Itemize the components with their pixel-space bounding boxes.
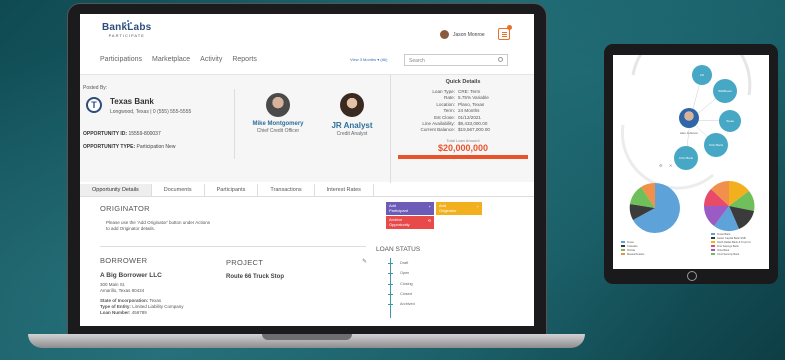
contact-photo	[266, 93, 290, 117]
quick-detail-value: $19,567,000.00	[458, 127, 490, 133]
close-icon[interactable]: ✕	[669, 163, 672, 168]
status-draft: Draft	[400, 261, 409, 265]
main-nav: Participations Marketplace Activity Repo…	[100, 56, 257, 63]
posted-by-label: Posted By:	[83, 85, 108, 91]
status-closing: Closing	[400, 282, 413, 286]
contact-title: Credit Analyst	[336, 131, 368, 137]
tablet-screen: Alex Johnson Lift Wildflower Texas CCH B…	[613, 55, 769, 269]
top-bar: BankLabs PARTICIPATE Jason Monroe	[80, 14, 534, 50]
divider	[100, 246, 366, 247]
laptop-notch	[262, 334, 352, 340]
detail-tabs: Opportunity Details Documents Participan…	[80, 184, 534, 197]
borrower-name[interactable]: A Big Borrower LLC	[100, 272, 162, 279]
timeline-tick	[388, 273, 393, 274]
network-bubble[interactable]: Lift	[692, 65, 712, 85]
bank-pie-chart	[704, 181, 755, 232]
logo-subtitle: PARTICIPATE	[108, 33, 145, 38]
pencil-edit-icon[interactable]: ✎	[362, 258, 367, 265]
network-bubble[interactable]: CCH Bank	[674, 146, 698, 170]
borrower-details: State of Incorporation: Texas Type of En…	[100, 298, 184, 315]
tab-participants[interactable]: Participants	[205, 184, 259, 196]
timeline-tick	[388, 304, 393, 305]
nav-participations[interactable]: Participations	[100, 56, 142, 63]
contact-photo	[340, 93, 364, 117]
state-pie-chart	[629, 182, 680, 233]
nav-reports[interactable]: Reports	[232, 56, 257, 63]
total-progress-bar	[398, 154, 528, 159]
avatar	[440, 30, 449, 39]
timeline-tick	[388, 263, 393, 264]
contact-card[interactable]: JR Analyst Credit Analyst	[312, 93, 392, 137]
add-participant-button[interactable]: Add Participant +	[386, 202, 434, 215]
add-originator-button[interactable]: Add Originator +	[436, 202, 482, 215]
contact-card[interactable]: Mike Montgomery Chief Credit Officer	[238, 93, 318, 134]
network-bubble[interactable]: Texas	[719, 110, 741, 132]
opportunity-id: OPPORTUNITY ID: 15559-800037	[83, 131, 161, 137]
network-bubble[interactable]: Wildflower	[713, 79, 737, 103]
actions-panel: Add Participant + Add Originator + Archive Op…	[386, 202, 510, 236]
bank-legend: Texas Bank Austin Capital Bank SSB North…	[711, 233, 751, 257]
status-closed: Closed	[400, 292, 412, 296]
state-legend: Texas Colorado Florida Massachusetts	[621, 241, 644, 257]
originator-title: ORIGINATOR	[100, 204, 150, 213]
banklabs-logo[interactable]: BankLabs PARTICIPATE	[102, 20, 151, 38]
search-placeholder: Search	[409, 58, 425, 64]
opportunity-type: OPPORTUNITY TYPE: Participation New	[83, 144, 176, 150]
texas-bank-logo: T	[86, 97, 102, 113]
status-open: Open	[400, 271, 410, 275]
divider	[234, 89, 235, 159]
timeline-tick	[388, 294, 393, 295]
quick-detail-key: Current Balance:	[420, 127, 455, 133]
status-timeline	[390, 258, 391, 318]
quick-details: Quick Details Loan Type: CRE: Term Rate: 5.…	[398, 79, 528, 159]
timeline-tick	[388, 284, 393, 285]
status-archived: Archived	[400, 302, 415, 306]
tablet-home-button[interactable]	[687, 271, 697, 281]
tab-interest-rates[interactable]: Interest Rates	[315, 184, 374, 196]
opportunity-header: Posted By: T Texas Bank Longwood, Texas …	[80, 74, 534, 183]
user-menu[interactable]: Jason Monroe	[440, 30, 485, 39]
nav-activity[interactable]: Activity	[200, 56, 222, 63]
borrower-address: 300 Main St. Amarillo, Texas 80434	[100, 282, 145, 293]
originator-note: Please use the 'Add Originator' button u…	[106, 220, 211, 231]
gear-icon[interactable]: ⚙	[659, 163, 663, 168]
center-profile-photo[interactable]	[679, 108, 699, 128]
network-bubble[interactable]: CCH Bank	[704, 133, 728, 157]
contact-name[interactable]: Mike Montgomery	[238, 121, 318, 127]
project-title: PROJECT	[226, 258, 264, 267]
total-loan-amount: $20,000,000	[437, 142, 489, 153]
loan-status-title: LOAN STATUS	[376, 246, 421, 253]
tab-opportunity-details[interactable]: Opportunity Details	[80, 184, 152, 196]
tab-transactions[interactable]: Transactions	[258, 184, 315, 196]
user-name: Jason Monroe	[453, 31, 485, 38]
quick-details-title: Quick Details	[445, 79, 481, 85]
bank-name[interactable]: Texas Bank	[110, 97, 154, 106]
time-filter-dropdown[interactable]: View 3 Months ▾ (All)	[350, 57, 388, 62]
archive-opportunity-button[interactable]: Archive Opportunity ⟲	[386, 216, 434, 229]
divider	[390, 75, 391, 183]
project-name[interactable]: Route 66 Truck Stop	[226, 274, 284, 280]
contact-title: Chief Credit Officer	[256, 128, 300, 134]
notification-badge-icon	[507, 25, 512, 30]
laptop-screen: BankLabs PARTICIPATE Jason Monroe Partic…	[80, 14, 534, 326]
search-icon[interactable]	[498, 57, 503, 62]
logo-dots-icon	[122, 20, 132, 26]
borrower-title: BORROWER	[100, 256, 148, 265]
tab-documents[interactable]: Documents	[152, 184, 205, 196]
contact-name[interactable]: JR Analyst	[312, 121, 392, 130]
search-input[interactable]: Search	[404, 54, 508, 66]
bank-address: Longwood, Texas | 0 (555) 555-5555	[110, 109, 192, 115]
quick-detail-row: Current Balance: $19,567,000.00	[398, 127, 528, 133]
nav-marketplace[interactable]: Marketplace	[152, 56, 190, 63]
center-profile-name: Alex Johnson	[679, 131, 698, 135]
